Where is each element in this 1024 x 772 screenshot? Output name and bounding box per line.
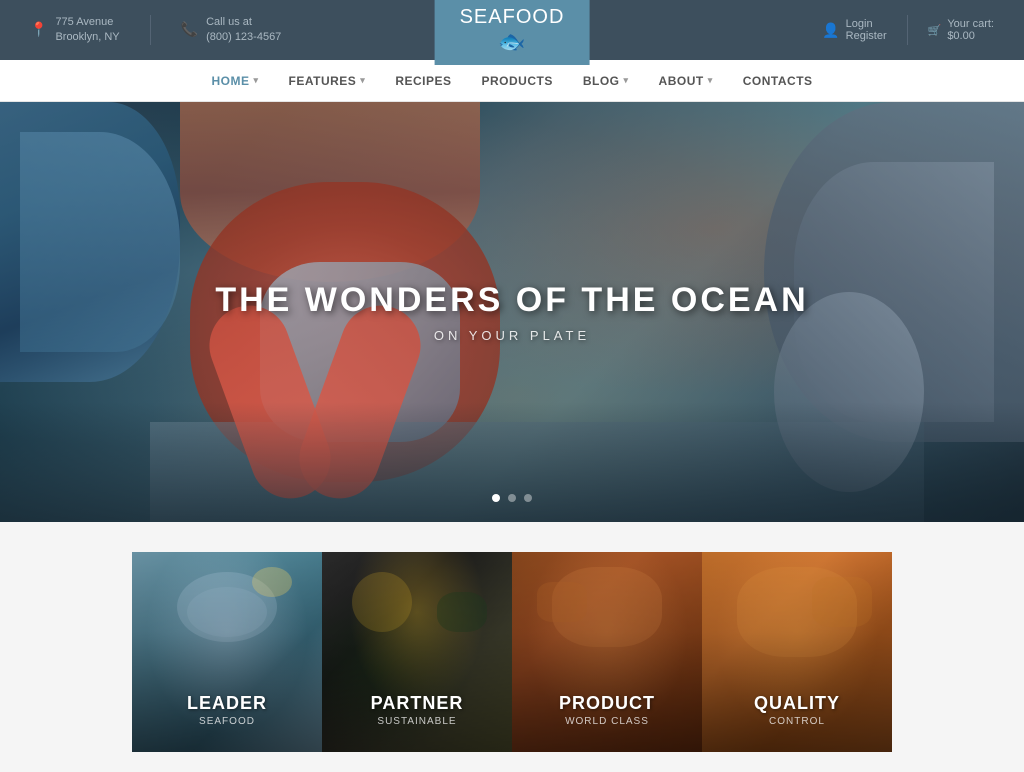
cart-amount: $0.00 — [947, 30, 994, 42]
account-info[interactable]: 👤 Login Register — [822, 18, 886, 42]
cart-info[interactable]: 🛒 Your cart: $0.00 — [928, 18, 994, 42]
location-icon: 📍 — [30, 20, 47, 40]
nav-item-blog[interactable]: BLOG ▾ — [568, 60, 644, 102]
divider — [150, 15, 151, 45]
hero-section: THE WONDERS OF THE OCEAN ON YOUR PLATE — [0, 102, 1024, 522]
nav-item-products[interactable]: PRODUCTS — [467, 60, 568, 102]
section-below: LEADER Seafood PARTNER Sustainable — [0, 522, 1024, 772]
top-bar-right: 👤 Login Register 🛒 Your cart: $0.00 — [822, 15, 994, 45]
phone-icon: 📞 — [181, 20, 198, 40]
nav-link-products[interactable]: PRODUCTS — [467, 60, 568, 102]
card-label: QUALITY Control — [702, 693, 892, 727]
card-title: PARTNER — [322, 693, 512, 714]
chevron-down-icon: ▾ — [360, 75, 365, 86]
nav-link-about[interactable]: ABOUT ▾ — [644, 60, 728, 102]
card-product[interactable]: PRODUCT World Class — [512, 552, 702, 752]
phone-label: Call us at — [206, 15, 281, 30]
user-icon: 👤 — [822, 22, 839, 39]
card-label: PRODUCT World Class — [512, 693, 702, 727]
card-title: LEADER — [132, 693, 322, 714]
nav-item-features[interactable]: FEATURES ▾ — [274, 60, 381, 102]
card-subtitle: World Class — [512, 716, 702, 727]
nav-link-features[interactable]: FEATURES ▾ — [274, 60, 381, 102]
address-info: 📍 775 Avenue Brooklyn, NY — [30, 15, 120, 46]
card-subtitle: Seafood — [132, 716, 322, 727]
slide-dot-3[interactable] — [524, 494, 532, 502]
nav-item-home[interactable]: HOME ▾ — [196, 60, 273, 102]
cards-row: LEADER Seafood PARTNER Sustainable — [0, 552, 1024, 752]
cart-label: Your cart: — [947, 18, 994, 30]
top-bar-left: 📍 775 Avenue Brooklyn, NY 📞 Call us at (… — [30, 15, 281, 46]
cart-icon: 🛒 — [928, 24, 942, 37]
logo[interactable]: SEAFOOD 🐟 — [435, 0, 590, 65]
card-title: QUALITY — [702, 693, 892, 714]
login-link[interactable]: Login — [846, 18, 887, 30]
logo-fish-icon: 🐟 — [460, 31, 565, 53]
chevron-down-icon: ▾ — [708, 75, 713, 86]
hero-text: THE WONDERS OF THE OCEAN ON YOUR PLATE — [215, 281, 808, 343]
top-bar: 📍 775 Avenue Brooklyn, NY 📞 Call us at (… — [0, 0, 1024, 60]
divider-right — [907, 15, 908, 45]
phone-info: 📞 Call us at (800) 123-4567 — [181, 15, 282, 46]
nav-link-home[interactable]: HOME ▾ — [196, 60, 273, 102]
hero-dots[interactable] — [492, 494, 532, 502]
nav-bar: HOME ▾ FEATURES ▾ RECIPES PRODUCTS BLOG … — [0, 60, 1024, 102]
nav-link-blog[interactable]: BLOG ▾ — [568, 60, 644, 102]
card-label: PARTNER Sustainable — [322, 693, 512, 727]
card-subtitle: Control — [702, 716, 892, 727]
slide-dot-2[interactable] — [508, 494, 516, 502]
nav-item-about[interactable]: ABOUT ▾ — [644, 60, 728, 102]
hero-title: THE WONDERS OF THE OCEAN — [215, 281, 808, 320]
bottom-vignette — [0, 402, 1024, 522]
card-title: PRODUCT — [512, 693, 702, 714]
fish-shape-left2 — [20, 132, 180, 352]
nav-item-contacts[interactable]: CONTACTS — [728, 60, 828, 102]
register-link[interactable]: Register — [846, 30, 887, 42]
phone-number: (800) 123-4567 — [206, 30, 281, 45]
chevron-down-icon: ▾ — [624, 75, 629, 86]
card-partner[interactable]: PARTNER Sustainable — [322, 552, 512, 752]
chevron-down-icon: ▾ — [253, 75, 258, 86]
card-subtitle: Sustainable — [322, 716, 512, 727]
nav-item-recipes[interactable]: RECIPES — [380, 60, 466, 102]
address-line1: 775 Avenue — [55, 15, 119, 30]
nav-list: HOME ▾ FEATURES ▾ RECIPES PRODUCTS BLOG … — [196, 60, 827, 102]
logo-brand: SEAFOOD — [460, 6, 565, 29]
hero-subtitle: ON YOUR PLATE — [215, 328, 808, 343]
card-quality[interactable]: QUALITY Control — [702, 552, 892, 752]
address-line2: Brooklyn, NY — [55, 30, 119, 45]
nav-link-recipes[interactable]: RECIPES — [380, 60, 466, 102]
card-label: LEADER Seafood — [132, 693, 322, 727]
nav-link-contacts[interactable]: CONTACTS — [728, 60, 828, 102]
card-leader[interactable]: LEADER Seafood — [132, 552, 322, 752]
slide-dot-1[interactable] — [492, 494, 500, 502]
